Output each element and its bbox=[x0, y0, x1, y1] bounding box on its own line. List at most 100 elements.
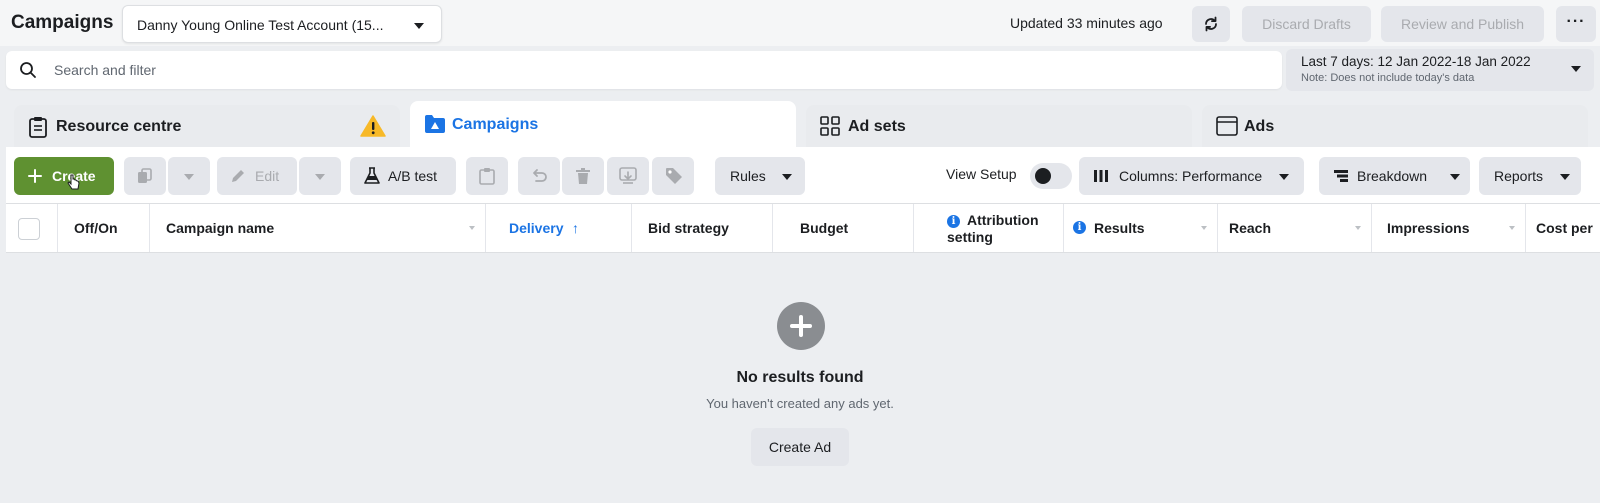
table-header: Off/On Campaign name Delivery ↑ Bid stra… bbox=[6, 203, 1600, 253]
select-all-column bbox=[6, 204, 58, 252]
clipboard-icon bbox=[479, 168, 495, 185]
grid-icon bbox=[820, 116, 840, 136]
column-label: Reach bbox=[1229, 220, 1272, 236]
columns-button[interactable]: Columns: Performance bbox=[1079, 157, 1304, 195]
date-range-label: Last 7 days: 12 Jan 2022-18 Jan 2022 bbox=[1301, 54, 1531, 69]
duplicate-icon bbox=[138, 168, 152, 183]
folder-icon bbox=[425, 115, 445, 133]
column-label: Campaign name bbox=[166, 220, 275, 236]
breakdown-icon bbox=[1334, 170, 1348, 182]
sort-icon bbox=[1355, 226, 1361, 230]
tab-label: Ad sets bbox=[848, 118, 906, 135]
tab-ads[interactable]: Ads bbox=[1202, 105, 1588, 147]
add-circle-icon bbox=[777, 302, 825, 350]
empty-state-title: No results found bbox=[736, 369, 864, 386]
edit-button[interactable]: Edit bbox=[217, 157, 297, 195]
search-icon bbox=[20, 62, 36, 78]
trash-icon bbox=[576, 168, 590, 184]
column-bid-strategy[interactable]: Bid strategy bbox=[632, 204, 773, 252]
column-label: Attribution setting bbox=[947, 212, 1039, 245]
column-label: Results bbox=[1094, 220, 1145, 236]
column-delivery[interactable]: Delivery ↑ bbox=[486, 204, 632, 252]
tab-campaigns[interactable]: Campaigns bbox=[410, 101, 796, 149]
tab-label: Resource centre bbox=[56, 118, 182, 135]
more-options-button[interactable]: ··· bbox=[1556, 6, 1596, 42]
chevron-down-icon bbox=[1279, 174, 1289, 180]
column-off-on[interactable]: Off/On bbox=[58, 204, 150, 252]
chevron-down-icon bbox=[315, 174, 325, 180]
refresh-icon bbox=[1205, 16, 1217, 32]
toggle-knob bbox=[1035, 168, 1051, 184]
sort-icon bbox=[1509, 226, 1515, 230]
column-label: Cost per bbox=[1536, 220, 1593, 236]
delete-button[interactable] bbox=[562, 157, 604, 195]
breakdown-button[interactable]: Breakdown bbox=[1319, 157, 1470, 195]
ab-test-button[interactable]: A/B test bbox=[350, 157, 456, 195]
chevron-down-icon bbox=[1450, 174, 1460, 180]
tab-label: Ads bbox=[1244, 118, 1275, 135]
chevron-down-icon bbox=[1560, 174, 1570, 180]
sort-icon bbox=[469, 226, 475, 230]
rules-button[interactable]: Rules bbox=[715, 157, 805, 195]
tag-button[interactable] bbox=[652, 157, 694, 195]
warning-icon bbox=[360, 115, 386, 137]
duplicate-button[interactable] bbox=[124, 157, 166, 195]
chevron-down-icon bbox=[782, 174, 792, 180]
column-impressions[interactable]: Impressions bbox=[1372, 204, 1526, 252]
column-label: Delivery bbox=[509, 220, 564, 236]
tag-icon bbox=[666, 168, 682, 184]
column-attribution-setting[interactable]: i Attribution setting bbox=[914, 204, 1064, 252]
account-selector[interactable]: Danny Young Online Test Account (15... bbox=[122, 5, 442, 43]
chevron-down-icon bbox=[414, 23, 424, 29]
ab-test-label: A/B test bbox=[388, 168, 438, 184]
chevron-down-icon bbox=[184, 174, 194, 180]
column-cost-per[interactable]: Cost per bbox=[1526, 204, 1600, 252]
info-icon: i bbox=[1073, 221, 1086, 234]
columns-icon bbox=[1094, 170, 1108, 182]
column-reach[interactable]: Reach bbox=[1218, 204, 1372, 252]
column-budget[interactable]: Budget bbox=[773, 204, 914, 252]
tab-label: Campaigns bbox=[452, 116, 539, 133]
page-title: Campaigns bbox=[11, 12, 114, 33]
create-ad-button[interactable]: Create Ad bbox=[751, 428, 849, 466]
view-setup-label: View Setup bbox=[946, 166, 1017, 182]
date-range-note: Note: Does not include today's data bbox=[1301, 72, 1475, 84]
edit-dropdown-button[interactable] bbox=[299, 157, 341, 195]
rules-label: Rules bbox=[730, 168, 766, 184]
date-range-picker[interactable]: Last 7 days: 12 Jan 2022-18 Jan 2022 Not… bbox=[1286, 49, 1594, 91]
review-publish-button[interactable]: Review and Publish bbox=[1381, 6, 1544, 42]
undo-button[interactable] bbox=[518, 157, 560, 195]
columns-label: Columns: Performance bbox=[1119, 168, 1263, 184]
duplicate-dropdown-button[interactable] bbox=[168, 157, 210, 195]
search-input[interactable] bbox=[54, 59, 654, 81]
export-button[interactable] bbox=[607, 157, 649, 195]
tab-resource-centre[interactable]: Resource centre bbox=[14, 105, 400, 147]
refresh-button[interactable] bbox=[1192, 6, 1230, 42]
discard-drafts-button[interactable]: Discard Drafts bbox=[1242, 6, 1371, 42]
top-bar: Campaigns Danny Young Online Test Accoun… bbox=[0, 0, 1600, 46]
column-campaign-name[interactable]: Campaign name bbox=[150, 204, 486, 252]
breakdown-label: Breakdown bbox=[1357, 168, 1428, 184]
chevron-down-icon bbox=[1571, 66, 1581, 72]
reports-button[interactable]: Reports bbox=[1479, 157, 1581, 195]
column-label: Off/On bbox=[74, 220, 118, 236]
account-name: Danny Young Online Test Account (15... bbox=[137, 17, 384, 33]
campaigns-panel: Create Edit A/B test Rules View Setup Co… bbox=[6, 147, 1600, 253]
flask-icon bbox=[364, 167, 380, 184]
column-results[interactable]: i Results bbox=[1064, 204, 1218, 252]
view-setup-toggle[interactable] bbox=[1030, 163, 1072, 189]
search-filter-bar[interactable] bbox=[6, 51, 1282, 89]
clipboard-button[interactable] bbox=[466, 157, 508, 195]
column-label: Budget bbox=[800, 220, 849, 236]
create-button[interactable]: Create bbox=[14, 157, 114, 195]
sort-ascending-icon: ↑ bbox=[572, 220, 579, 236]
cursor-icon bbox=[67, 174, 80, 190]
plus-icon bbox=[28, 169, 42, 183]
column-label: Bid strategy bbox=[648, 220, 729, 236]
tab-ad-sets[interactable]: Ad sets bbox=[806, 105, 1192, 147]
export-icon bbox=[619, 167, 637, 184]
undo-icon bbox=[533, 169, 547, 182]
clipboard-icon bbox=[29, 117, 47, 138]
select-all-checkbox[interactable] bbox=[18, 218, 40, 240]
empty-state-subtitle: You haven't created any ads yet. bbox=[706, 396, 894, 411]
